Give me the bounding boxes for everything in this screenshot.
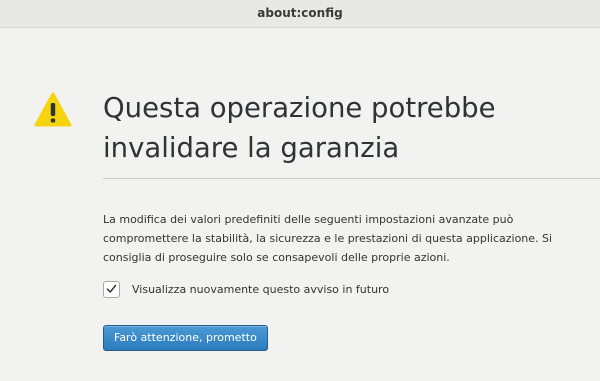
show-warning-again-label[interactable]: Visualizza nuovamente questo avviso in f…: [132, 283, 389, 296]
accept-risk-button[interactable]: Farò attenzione, prometto: [103, 325, 268, 351]
warning-description: La modifica dei valori predefiniti delle…: [103, 213, 553, 264]
warning-title: Questa operazione potrebbe invalidare la…: [103, 92, 496, 164]
show-warning-again-option[interactable]: Visualizza nuovamente questo avviso in f…: [103, 279, 389, 299]
window-title: about:config: [257, 6, 343, 20]
checkmark-icon: [106, 284, 117, 293]
window-titlebar[interactable]: about:config: [0, 0, 600, 28]
title-divider: [103, 178, 600, 179]
show-warning-again-checkbox[interactable]: [103, 280, 120, 298]
browser-window: about:config Questa operazione potrebbe …: [0, 0, 600, 381]
warning-icon: [34, 92, 72, 127]
warning-page: Questa operazione potrebbe invalidare la…: [0, 28, 600, 381]
